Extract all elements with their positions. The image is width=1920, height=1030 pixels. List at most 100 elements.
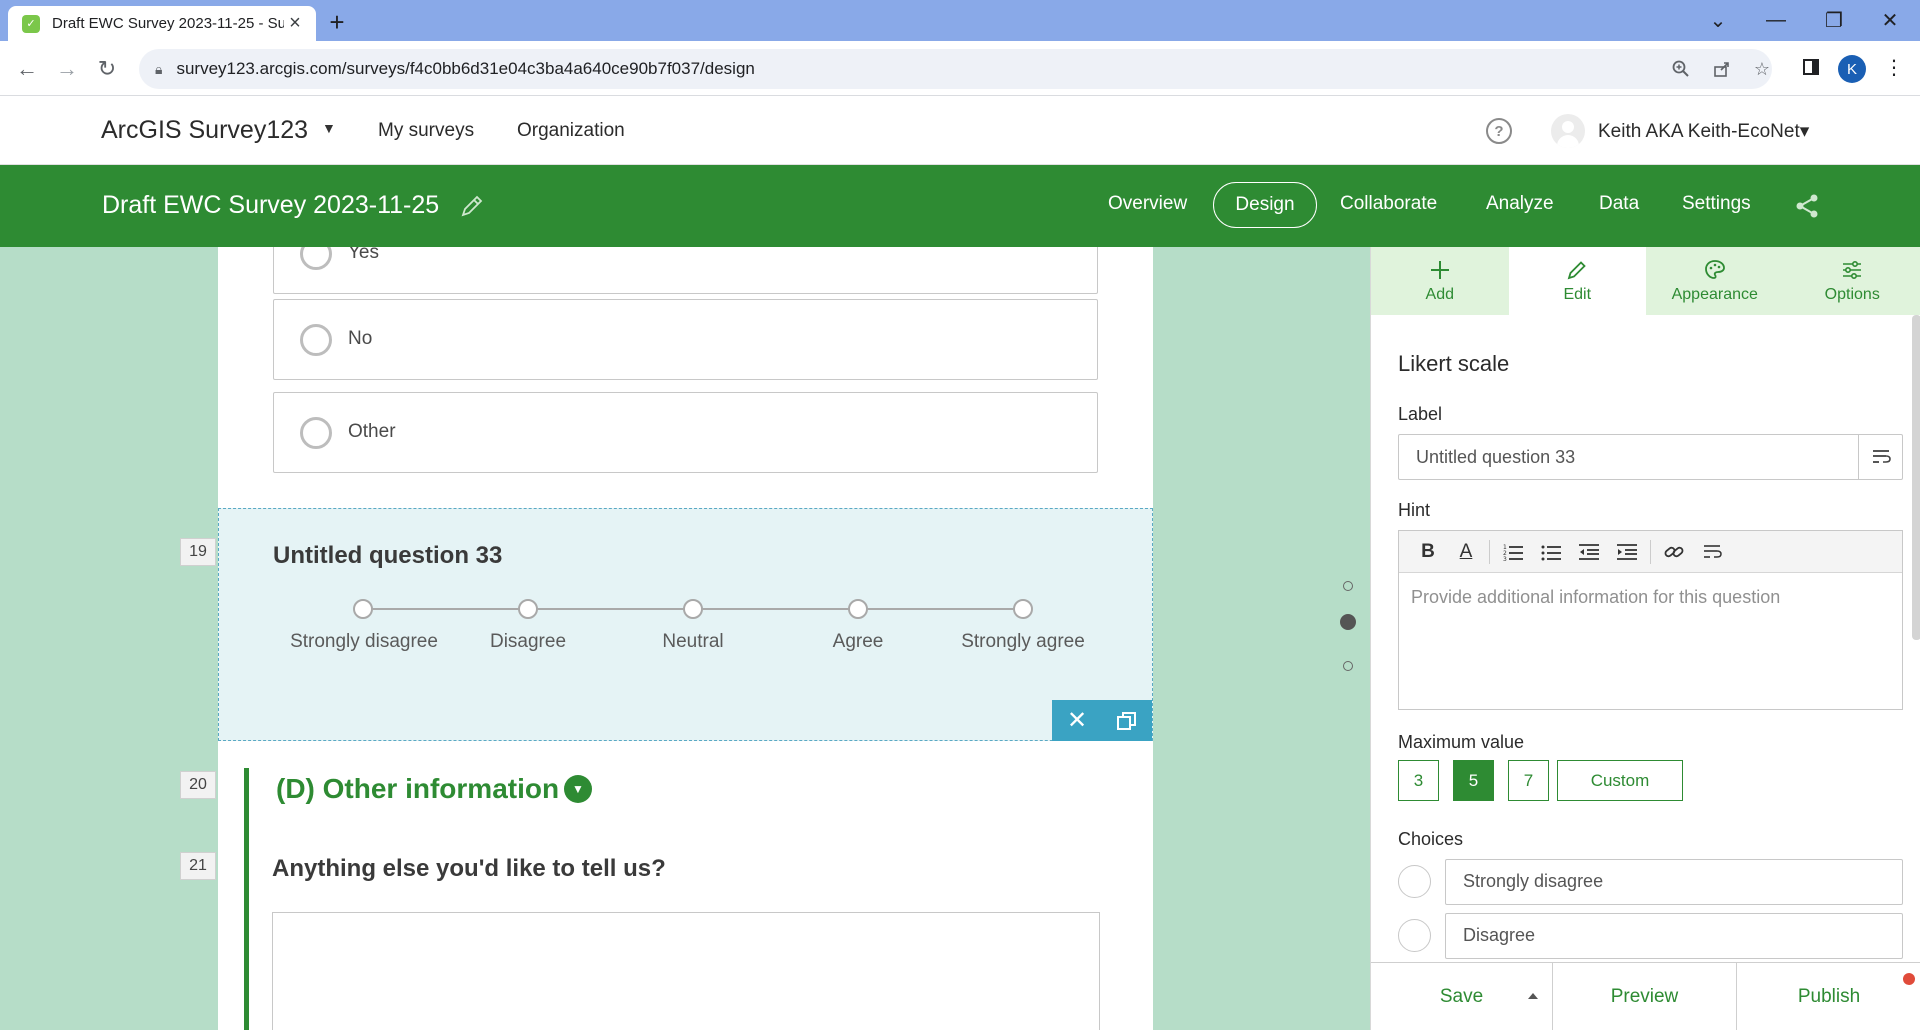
indent-icon[interactable] bbox=[1608, 537, 1646, 567]
text-color-icon[interactable]: A bbox=[1447, 537, 1485, 567]
max-value-3-button[interactable]: 3 bbox=[1398, 760, 1439, 801]
browser-menu-icon[interactable]: ⋮ bbox=[1880, 53, 1908, 81]
user-avatar[interactable] bbox=[1551, 114, 1585, 148]
app-switcher-caret-icon[interactable]: ▼ bbox=[322, 120, 336, 136]
help-icon[interactable]: ? bbox=[1486, 118, 1512, 144]
survey-title: Draft EWC Survey 2023-11-25 bbox=[102, 191, 440, 219]
question-title[interactable]: Anything else you'd like to tell us? bbox=[272, 855, 666, 883]
bookmark-star-icon[interactable]: ☆ bbox=[1750, 57, 1774, 81]
panel-tab-edit[interactable]: Edit bbox=[1508, 247, 1646, 315]
likert-option-radio[interactable] bbox=[353, 599, 373, 619]
app-name[interactable]: ArcGIS Survey123 bbox=[101, 116, 308, 145]
browser-tab[interactable]: ✓ Draft EWC Survey 2023-11-25 - Survey12… bbox=[8, 6, 316, 41]
lock-icon: 🔒︎ bbox=[155, 60, 163, 77]
publish-button[interactable]: Publish bbox=[1737, 963, 1920, 1030]
link-icon[interactable] bbox=[1655, 537, 1693, 567]
collapse-chevron-icon[interactable]: ▼ bbox=[564, 775, 592, 803]
choice-option-other[interactable]: Other bbox=[273, 392, 1098, 473]
edit-title-pencil-icon[interactable] bbox=[459, 193, 485, 219]
choice-option-no[interactable]: No bbox=[273, 299, 1098, 380]
bullet-list-icon[interactable] bbox=[1532, 537, 1570, 567]
choice-label-input[interactable]: Disagree bbox=[1445, 913, 1903, 959]
sliders-icon bbox=[1843, 260, 1862, 280]
tab-overview[interactable]: Overview bbox=[1108, 193, 1187, 215]
max-value-custom-button[interactable]: Custom bbox=[1557, 760, 1683, 801]
forward-arrow-icon[interactable]: → bbox=[51, 53, 83, 85]
tab-settings[interactable]: Settings bbox=[1682, 193, 1751, 215]
save-options-caret-icon[interactable] bbox=[1528, 993, 1538, 999]
back-arrow-icon[interactable]: ← bbox=[11, 53, 43, 85]
survey-navigation-bar: Draft EWC Survey 2023-11-25 Overview Des… bbox=[0, 165, 1920, 247]
bold-icon[interactable]: B bbox=[1409, 537, 1447, 567]
new-tab-button[interactable]: + bbox=[323, 7, 351, 37]
choice-default-radio[interactable] bbox=[1398, 919, 1431, 952]
likert-option-radio[interactable] bbox=[848, 599, 868, 619]
page-indicator-dot[interactable] bbox=[1343, 661, 1353, 671]
label-field-title: Label bbox=[1398, 404, 1443, 424]
palette-icon bbox=[1704, 260, 1725, 279]
choice-option-yes[interactable]: Yes bbox=[273, 247, 1098, 294]
question-number: 21 bbox=[180, 852, 216, 880]
tab-design[interactable]: Design bbox=[1213, 182, 1317, 228]
close-window-button[interactable]: ✕ bbox=[1870, 4, 1910, 36]
question-type-heading: Likert scale bbox=[1398, 351, 1510, 376]
choice-label-input[interactable]: Strongly disagree bbox=[1445, 859, 1903, 905]
likert-option-radio[interactable] bbox=[1013, 599, 1033, 619]
choice-label: Other bbox=[348, 421, 396, 442]
likert-question-card[interactable]: Untitled question 33 Strongly disagree D… bbox=[218, 508, 1153, 741]
question-actions: ✕ bbox=[1052, 700, 1152, 741]
group-title[interactable]: (D) Other information bbox=[276, 773, 559, 805]
panel-tab-appearance[interactable]: Appearance bbox=[1646, 247, 1784, 315]
nav-organization[interactable]: Organization bbox=[517, 120, 625, 142]
panel-tab-options[interactable]: Options bbox=[1783, 247, 1920, 315]
label-input[interactable]: Untitled question 33 bbox=[1398, 434, 1903, 480]
tab-close-icon[interactable]: × bbox=[284, 12, 306, 35]
hint-editor[interactable]: B A 123 Provide additional information f… bbox=[1398, 530, 1903, 710]
likert-label: Disagree bbox=[489, 631, 567, 652]
delete-question-icon[interactable]: ✕ bbox=[1052, 700, 1102, 741]
multiline-answer-field[interactable] bbox=[272, 912, 1100, 1030]
svg-text:3: 3 bbox=[1503, 556, 1507, 561]
page-indicator-dot[interactable] bbox=[1343, 581, 1353, 591]
user-menu[interactable]: Keith AKA Keith-EcoNet▾ bbox=[1598, 120, 1809, 143]
minimize-button[interactable]: — bbox=[1756, 4, 1796, 36]
choices-title: Choices bbox=[1398, 829, 1464, 849]
question-title: Untitled question 33 bbox=[273, 542, 503, 569]
tab-analyze[interactable]: Analyze bbox=[1486, 193, 1554, 215]
choice-row: Disagree bbox=[1398, 913, 1903, 959]
reload-icon[interactable]: ↻ bbox=[91, 53, 123, 85]
label-input-value[interactable]: Untitled question 33 bbox=[1399, 435, 1858, 479]
toolbar-divider bbox=[1489, 539, 1490, 564]
max-value-5-button[interactable]: 5 bbox=[1453, 760, 1494, 801]
panel-scrollbar[interactable] bbox=[1912, 315, 1920, 640]
tab-collaborate[interactable]: Collaborate bbox=[1340, 193, 1437, 215]
choice-default-radio[interactable] bbox=[1398, 865, 1431, 898]
share-page-icon[interactable] bbox=[1710, 57, 1734, 81]
max-value-7-button[interactable]: 7 bbox=[1508, 760, 1549, 801]
address-bar[interactable]: 🔒︎ survey123.arcgis.com/surveys/f4c0bb6d… bbox=[139, 49, 1772, 89]
page-indicator-dot-active[interactable] bbox=[1340, 614, 1356, 630]
duplicate-question-icon[interactable] bbox=[1102, 700, 1152, 741]
rich-text-toggle-icon[interactable] bbox=[1858, 435, 1902, 479]
side-panel-icon[interactable] bbox=[1797, 53, 1825, 81]
panel-tab-add[interactable]: Add bbox=[1371, 247, 1509, 315]
likert-option-radio[interactable] bbox=[518, 599, 538, 619]
nav-my-surveys[interactable]: My surveys bbox=[378, 120, 474, 142]
save-button[interactable]: Save bbox=[1371, 963, 1553, 1030]
tab-search-icon[interactable]: ⌄ bbox=[1698, 4, 1738, 36]
share-icon[interactable] bbox=[1794, 193, 1820, 219]
numbered-list-icon[interactable]: 123 bbox=[1494, 537, 1532, 567]
source-text-icon[interactable] bbox=[1693, 537, 1731, 567]
zoom-icon[interactable] bbox=[1669, 57, 1693, 81]
preview-button[interactable]: Preview bbox=[1553, 963, 1737, 1030]
tab-title: Draft EWC Survey 2023-11-25 - Survey123 bbox=[52, 15, 284, 32]
likert-option-radio[interactable] bbox=[683, 599, 703, 619]
radio-icon bbox=[300, 324, 332, 356]
publish-button-label: Publish bbox=[1797, 986, 1861, 1007]
browser-profile-avatar[interactable]: K bbox=[1838, 55, 1866, 83]
maximize-button[interactable]: ❐ bbox=[1814, 4, 1854, 36]
plus-icon bbox=[1430, 261, 1449, 279]
tab-data[interactable]: Data bbox=[1599, 193, 1639, 215]
outdent-icon[interactable] bbox=[1570, 537, 1608, 567]
properties-panel: Add Edit Appearance Options Likert scale… bbox=[1370, 247, 1920, 1030]
